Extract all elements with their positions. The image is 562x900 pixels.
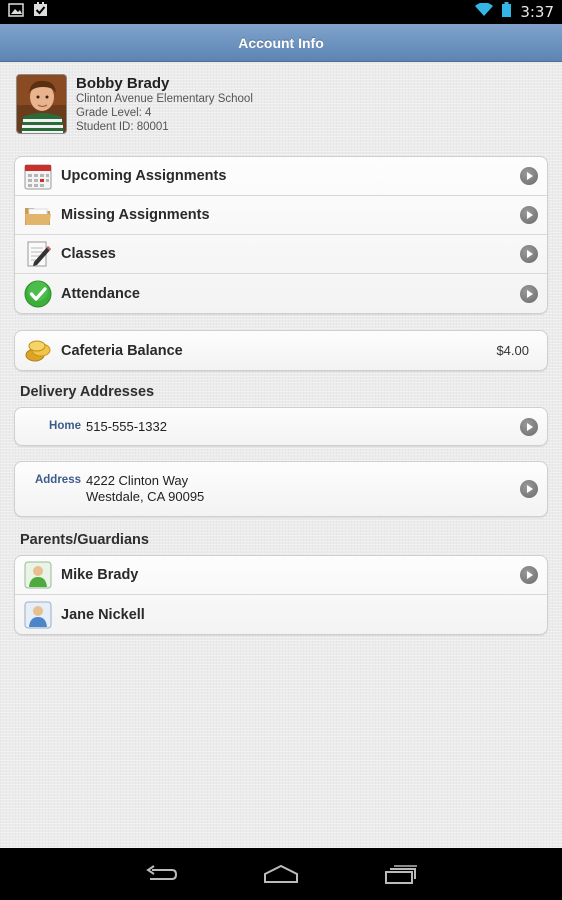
chevron-right-icon xyxy=(520,206,538,224)
battery-icon xyxy=(502,2,512,22)
chevron-right-icon xyxy=(520,480,538,498)
student-grade: Grade Level: 4 xyxy=(76,107,152,119)
folder-icon xyxy=(23,200,53,230)
student-profile: Bobby Brady Clinton Avenue Elementary Sc… xyxy=(16,74,253,134)
menu-item-missing-assignments[interactable]: Missing Assignments xyxy=(15,196,547,235)
title-bar: Account Info xyxy=(0,24,562,62)
phone-card[interactable]: Home 515-555-1332 xyxy=(14,407,548,446)
notepad-pencil-icon xyxy=(23,239,53,269)
status-time: 3:37 xyxy=(520,3,554,21)
student-id: Student ID: 80001 xyxy=(76,121,169,133)
menu-item-attendance[interactable]: Attendance xyxy=(15,274,547,313)
home-button[interactable] xyxy=(263,862,299,886)
chevron-right-icon xyxy=(520,167,538,185)
parent-item-jane-nickell[interactable]: Jane Nickell xyxy=(15,595,547,634)
phone-key: Home xyxy=(49,420,81,432)
student-photo xyxy=(16,74,67,134)
cafeteria-balance-value: $4.00 xyxy=(496,343,529,358)
recent-apps-button[interactable] xyxy=(384,862,418,886)
person-blue-icon xyxy=(23,600,53,630)
content-area: Bobby Brady Clinton Avenue Elementary Sc… xyxy=(0,62,562,848)
main-menu-card: Upcoming Assignments Missing Assignments xyxy=(14,156,548,314)
cafeteria-label: Cafeteria Balance xyxy=(61,342,183,359)
menu-item-upcoming-assignments[interactable]: Upcoming Assignments xyxy=(15,157,547,196)
navigation-bar xyxy=(0,848,562,900)
menu-item-classes[interactable]: Classes xyxy=(15,235,547,274)
checkmark-icon xyxy=(23,279,53,309)
parent-name: Mike Brady xyxy=(61,567,139,583)
cafeteria-balance-row[interactable]: Cafeteria Balance $4.00 xyxy=(15,331,547,370)
chevron-right-icon xyxy=(520,417,538,436)
calendar-icon xyxy=(23,161,53,191)
chevron-right-icon xyxy=(520,284,538,303)
menu-item-label: Attendance xyxy=(61,285,140,302)
menu-item-label: Upcoming Assignments xyxy=(61,168,227,184)
chevron-right-icon xyxy=(520,245,538,263)
status-bar: 3:37 xyxy=(0,0,562,24)
phone-value: 515-555-1332 xyxy=(86,419,167,434)
address-key: Address xyxy=(34,474,81,486)
checkbox-notification-icon xyxy=(33,2,48,22)
coins-icon xyxy=(23,336,53,366)
cafeteria-card: Cafeteria Balance $4.00 xyxy=(14,330,548,371)
address-line-1: 4222 Clinton Way xyxy=(86,473,189,488)
chevron-right-icon xyxy=(520,566,538,584)
menu-item-label: Missing Assignments xyxy=(61,207,210,223)
menu-item-label: Classes xyxy=(61,246,116,262)
image-notification-icon xyxy=(8,2,24,22)
parents-heading: Parents/Guardians xyxy=(20,532,149,548)
parent-name: Jane Nickell xyxy=(61,606,145,623)
wifi-icon xyxy=(475,1,494,22)
page-title: Account Info xyxy=(238,34,324,51)
parents-card: Mike Brady Jane Nickell xyxy=(14,555,548,635)
student-school: Clinton Avenue Elementary School xyxy=(76,93,253,105)
parent-item-mike-brady[interactable]: Mike Brady xyxy=(15,556,547,595)
student-name: Bobby Brady xyxy=(76,75,170,92)
address-line-2: Westdale, CA 90095 xyxy=(86,489,205,504)
person-green-icon xyxy=(23,560,53,590)
back-button[interactable] xyxy=(145,862,179,886)
delivery-addresses-heading: Delivery Addresses xyxy=(20,384,155,400)
address-card[interactable]: Address 4222 Clinton Way Westdale, CA 90… xyxy=(14,461,548,517)
